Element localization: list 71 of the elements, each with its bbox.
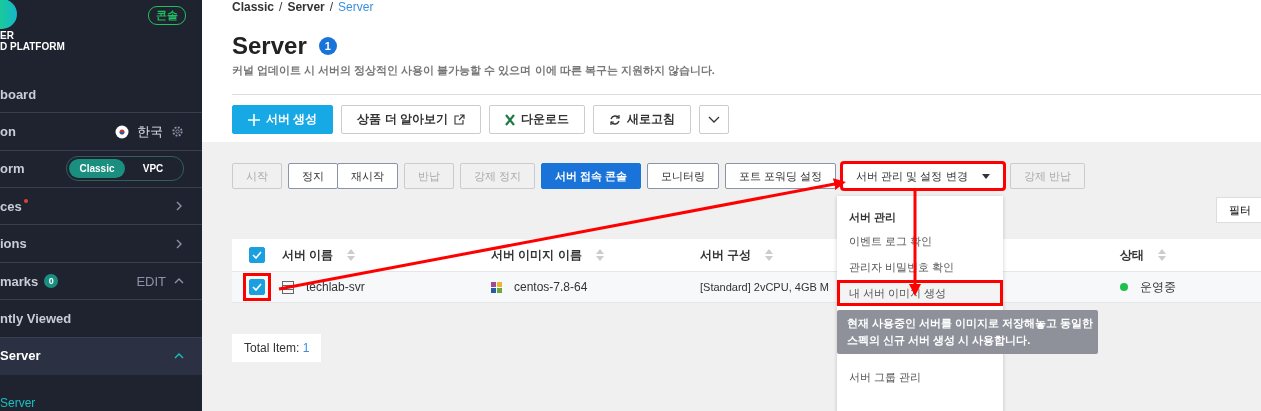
toolbar-button[interactable]: 상품 더 알아보기: [341, 105, 481, 134]
server-name: techlab-svr: [306, 280, 365, 294]
status-dot-icon: [1120, 283, 1128, 291]
region-value[interactable]: 한국: [137, 122, 163, 141]
column-header[interactable]: 서버 이미지 이름: [491, 246, 582, 264]
help-badge[interactable]: 1: [318, 37, 337, 55]
breadcrumb-link[interactable]: Server: [287, 0, 325, 14]
action-button[interactable]: 모니터링: [647, 163, 720, 189]
toggle-option[interactable]: Classic: [69, 159, 125, 179]
chevron-icon[interactable]: [174, 238, 184, 249]
os-logo-icon: [491, 281, 502, 293]
breadcrumb-separator: /: [329, 0, 334, 14]
server-config: [Standard] 2vCPU, 4GB M: [700, 281, 829, 293]
row-checkbox[interactable]: [249, 279, 265, 295]
action-button[interactable]: 서버 접속 콘솔: [541, 163, 642, 189]
count-badge: 0: [44, 274, 59, 288]
nav-label: orm: [0, 161, 25, 177]
console-badge[interactable]: 콘솔: [148, 6, 186, 25]
nav-item[interactable]: ntly Viewed: [0, 310, 72, 326]
tooltip: 현재 사용중인 서버를 이미지로 저장해놓고 동일한 스펙의 신규 서버 생성 시 사용합니다.: [837, 310, 1098, 354]
breadcrumb-link[interactable]: Classic: [232, 0, 275, 14]
sort-icon[interactable]: [1158, 249, 1166, 261]
nav-item[interactable]: Server: [0, 348, 41, 364]
logo-text: D PLATFORM: [0, 41, 66, 52]
flag-icon: [115, 124, 129, 139]
nav-item[interactable]: board: [0, 86, 37, 102]
checkmark-icon: [252, 251, 262, 259]
chevron-icon: [708, 115, 720, 124]
toggle-option[interactable]: VPC: [125, 159, 181, 179]
toolbar-button[interactable]: 새로고침: [593, 105, 691, 134]
nav-subitem[interactable]: Server: [0, 395, 36, 410]
action-button[interactable]: 재시작: [337, 163, 398, 189]
action-button[interactable]: 서버 관리 및 설정 변경: [842, 163, 1004, 189]
image-name: centos-7.8-64: [514, 280, 588, 294]
server-status: 운영중: [1140, 278, 1176, 296]
nav-item[interactable]: marks: [0, 273, 39, 289]
menu-header: 서버 관리: [848, 209, 898, 225]
edit-link[interactable]: EDIT: [136, 273, 166, 289]
sort-icon[interactable]: [347, 249, 356, 261]
nav-item[interactable]: ions: [0, 236, 27, 252]
action-button[interactable]: 정지: [288, 163, 338, 189]
excel-icon: [505, 113, 515, 126]
nav-item[interactable]: ces: [0, 198, 28, 214]
toolbar-button[interactable]: 다운로드: [489, 105, 585, 134]
chevron-icon[interactable]: [174, 201, 184, 212]
menu-item[interactable]: 서버 그룹 관리: [837, 364, 1003, 390]
action-button[interactable]: 포트 포워딩 설정: [725, 163, 837, 189]
server-icon: [282, 280, 294, 294]
select-all-checkbox[interactable]: [249, 247, 265, 263]
more-button[interactable]: [699, 105, 729, 134]
gear-icon[interactable]: [171, 125, 184, 138]
column-header[interactable]: 서버 구성: [700, 246, 752, 264]
total-items: Total Item: 1: [232, 334, 322, 362]
logo-text: ER: [0, 30, 15, 41]
page-description: 커널 업데이트 시 서버의 정상적인 사용이 불가능할 수 있으며 이에 따른 복구는 지원하지 않습니다.: [232, 63, 716, 78]
breadcrumb-separator: /: [279, 0, 283, 14]
chevron-icon[interactable]: [174, 276, 184, 286]
sort-icon[interactable]: [765, 249, 774, 261]
logo-icon: [0, 0, 17, 30]
breadcrumb-link[interactable]: Server: [338, 0, 374, 14]
external-link-icon: [454, 114, 465, 125]
column-header[interactable]: 상태: [1120, 246, 1144, 264]
column-header[interactable]: 서버 이름: [282, 246, 334, 264]
refresh-icon: [609, 113, 621, 126]
plus-icon: [248, 113, 260, 126]
page-title: Server: [232, 32, 307, 60]
caret-icon: [981, 173, 990, 179]
sort-icon[interactable]: [595, 249, 604, 261]
nav-label: on: [0, 124, 16, 139]
filter-button[interactable]: 필터: [1216, 197, 1261, 223]
checkmark-icon: [252, 283, 262, 291]
